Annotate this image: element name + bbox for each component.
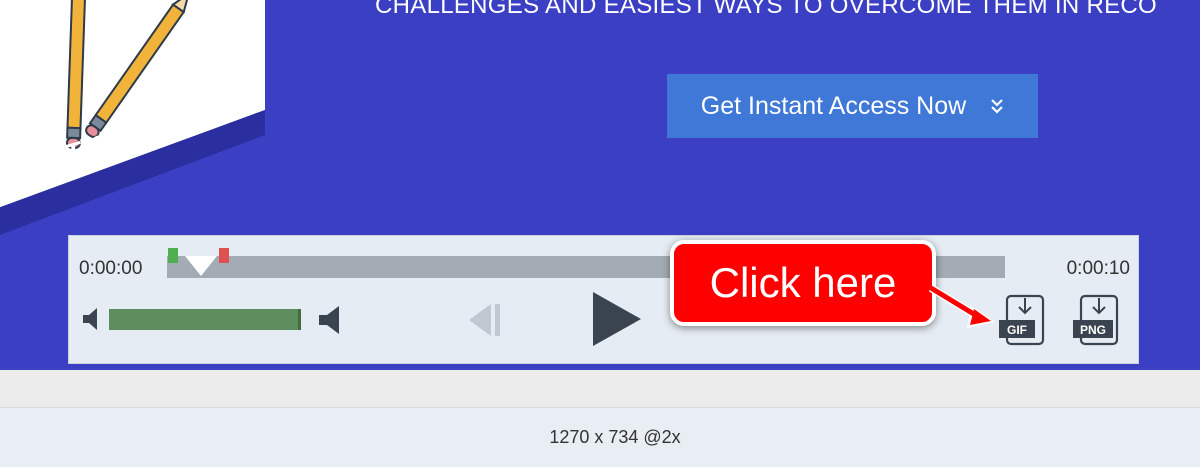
image-dimensions: 1270 x 734 @2x — [549, 427, 681, 447]
play-icon[interactable] — [591, 292, 641, 346]
trim-start-handle[interactable] — [168, 248, 178, 263]
gif-label: GIF — [1007, 323, 1027, 337]
banner-headline: CHALLENGES AND EASIEST WAYS TO OVERCOME … — [375, 0, 1157, 19]
cta-label: Get Instant Access Now — [700, 91, 967, 120]
divider-strip — [0, 370, 1200, 408]
get-instant-access-button[interactable]: Get Instant Access Now — [667, 74, 1038, 138]
trim-end-handle[interactable] — [219, 248, 229, 263]
double-chevron-down-icon — [990, 98, 1004, 114]
volume-slider[interactable] — [109, 309, 301, 330]
png-label: PNG — [1080, 323, 1106, 337]
status-bar: 1270 x 734 @2x — [0, 408, 1200, 467]
download-png-icon[interactable]: PNG — [1071, 294, 1121, 348]
callout-arrow-icon — [928, 284, 995, 328]
time-end: 0:00:10 — [1066, 258, 1130, 279]
speaker-low-icon[interactable] — [83, 308, 101, 330]
speaker-high-icon[interactable] — [319, 306, 343, 334]
step-back-icon[interactable] — [467, 304, 501, 336]
time-start: 0:00:00 — [79, 258, 143, 279]
callout-text: Click here — [709, 259, 897, 306]
playhead-handle[interactable] — [185, 256, 217, 278]
book-cover-illustration — [0, 0, 265, 235]
click-here-callout: Click here — [670, 240, 936, 326]
